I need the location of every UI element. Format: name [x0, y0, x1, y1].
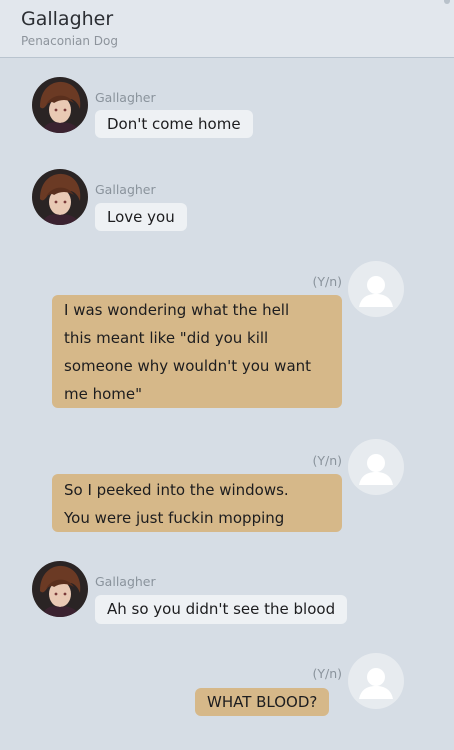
message-bubble[interactable]: I was wondering what the hell this meant… [52, 295, 342, 408]
message-bubble[interactable]: Don't come home [95, 110, 253, 138]
gallagher-avatar[interactable] [32, 561, 88, 617]
message-bubble[interactable]: So I peeked into the windows. You were j… [52, 474, 342, 532]
gallagher-avatar[interactable] [32, 77, 88, 133]
chat-subtitle: Penaconian Dog [21, 34, 119, 48]
gallagher-avatar[interactable] [32, 169, 88, 225]
message-sender: (Y/n) [312, 666, 342, 681]
message-text-line: So I peeked into the windows. [64, 481, 289, 499]
message-sender: Gallagher [95, 90, 156, 105]
message-bubble[interactable]: Love you [95, 203, 187, 231]
message-text-line: me home" [64, 385, 143, 403]
message-text-line: someone why wouldn't you want [64, 357, 312, 375]
message-sender: Gallagher [95, 574, 156, 589]
message-text: Ah so you didn't see the blood [107, 600, 336, 618]
message-text-line: You were just fuckin mopping [64, 509, 285, 527]
chat-header: Gallagher Penaconian Dog [0, 0, 454, 58]
default-user-avatar-icon[interactable] [348, 261, 404, 317]
message-bubble[interactable]: Ah so you didn't see the blood [95, 595, 348, 624]
default-user-avatar-icon[interactable] [348, 653, 404, 709]
message-text: Love you [107, 208, 175, 226]
message-text: WHAT BLOOD? [207, 693, 318, 711]
chat-title: Gallagher [21, 8, 114, 30]
default-user-avatar-icon[interactable] [348, 439, 404, 495]
message-sender: Gallagher [95, 182, 156, 197]
message-text: Don't come home [107, 115, 241, 133]
scroll-marker [444, 0, 450, 4]
message-text-line: this meant like "did you kill [64, 329, 269, 347]
message-bubble[interactable]: WHAT BLOOD? [195, 688, 330, 716]
message-sender: (Y/n) [312, 453, 342, 468]
message-sender: (Y/n) [312, 274, 342, 289]
message-text-line: I was wondering what the hell [64, 301, 290, 319]
